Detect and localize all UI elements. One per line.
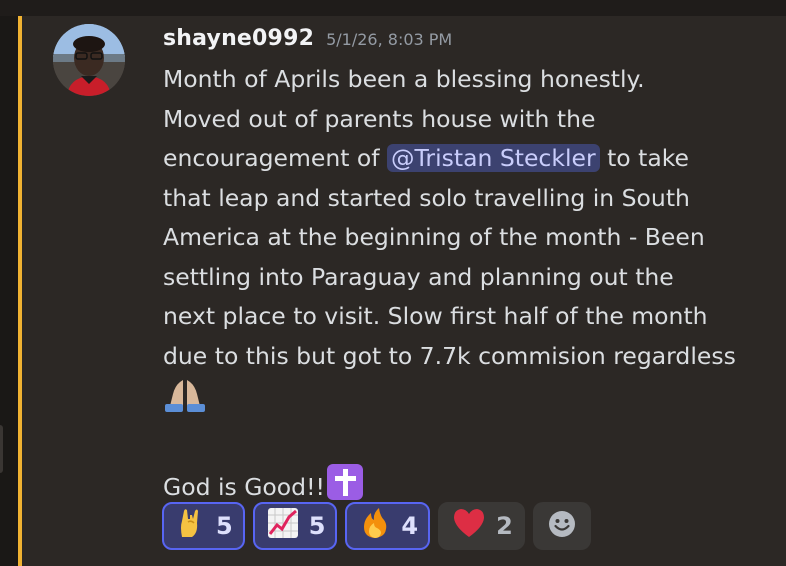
message-content: Month of Aprils been a blessing honestly… — [163, 60, 763, 513]
message-text: to take — [599, 144, 690, 172]
message-line: next place to visit. Slow first half of … — [163, 302, 708, 330]
rock-on-hand-icon — [176, 507, 206, 545]
reaction-heart[interactable]: 2 — [438, 502, 525, 550]
message-line: due to this but got to 7.7k commision re… — [163, 341, 736, 370]
reaction-chart-increasing[interactable]: 5 — [252, 502, 338, 550]
reaction-count: 2 — [496, 512, 513, 540]
avatar[interactable] — [53, 24, 125, 96]
message-timestamp[interactable]: 5/1/26, 8:03 PM — [326, 30, 452, 49]
user-mention[interactable]: @Tristan Steckler — [387, 144, 600, 172]
highlight-accent-bar — [18, 16, 22, 566]
message-text: encouragement of — [163, 144, 388, 172]
message-line — [163, 376, 763, 425]
message-line: that leap and started solo travelling in… — [163, 183, 690, 212]
folded-hands-icon[interactable] — [163, 376, 207, 425]
message-text: God is Good!! — [163, 472, 325, 501]
chart-increasing-icon — [267, 507, 299, 545]
red-heart-icon — [452, 507, 486, 545]
message-line: Moved out of parents house with the — [163, 104, 596, 133]
message-line: encouragement of @Tristan Steckler to ta… — [163, 139, 763, 179]
add-reaction-button[interactable] — [532, 502, 591, 550]
reaction-count: 5 — [216, 512, 233, 540]
message-line: America at the beginning of the month - … — [163, 223, 705, 251]
reactions-bar: 5 5 4 2 — [162, 502, 591, 550]
author-username[interactable]: shayne0992 — [163, 26, 314, 51]
message-line: settling into Paraguay and planning out … — [163, 262, 674, 291]
message-header: shayne0992 5/1/26, 8:03 PM — [163, 26, 452, 56]
left-gutter — [0, 16, 20, 566]
reaction-rock-on[interactable]: 5 — [162, 502, 245, 550]
scroll-handle[interactable] — [0, 425, 3, 473]
smiley-icon — [548, 510, 576, 542]
fire-icon — [359, 507, 391, 545]
top-bar — [0, 0, 786, 16]
reaction-count: 4 — [401, 512, 419, 540]
reaction-count: 5 — [308, 512, 326, 540]
avatar-image — [53, 24, 125, 96]
reaction-fire[interactable]: 4 — [345, 502, 431, 550]
message-line: Month of Aprils been a blessing honestly… — [163, 65, 645, 93]
